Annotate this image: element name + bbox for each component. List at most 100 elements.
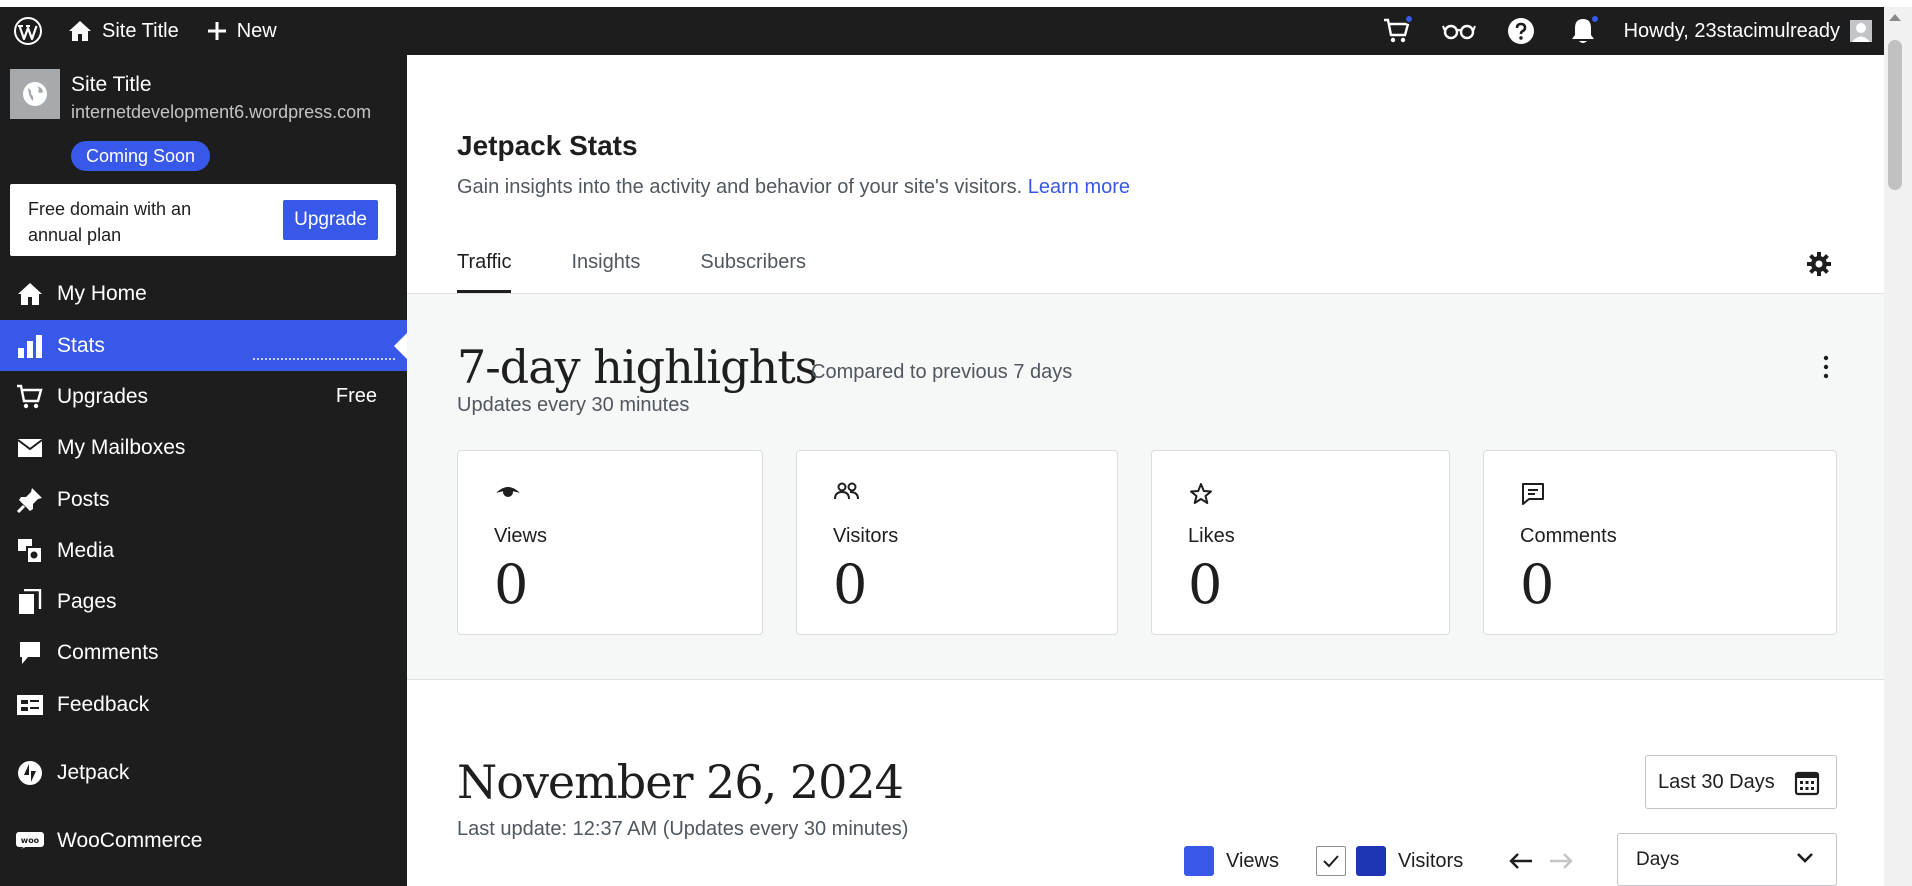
highlight-card-comments[interactable]: Comments 0 [1483,450,1837,635]
legend-views[interactable]: Views [1184,846,1279,876]
scroll-up-arrow[interactable] [1889,14,1901,21]
arrow-right-icon [1550,853,1573,869]
sidebar-item-label: Stats [57,333,105,357]
sidebar-item-jetpack[interactable]: Jetpack [0,747,407,798]
arrow-left-icon [1509,853,1532,869]
main-content: Jetpack Stats Gain insights into the act… [407,55,1884,886]
sidebar-item-comments[interactable]: Comments [0,627,407,678]
highlight-card-views[interactable]: Views 0 [457,450,763,635]
woo-icon: woo [15,831,44,849]
calendar-icon [1794,771,1820,796]
legend-views-label: Views [1226,849,1279,872]
card-value: 0 [833,553,868,616]
next-period-button[interactable] [1548,851,1574,876]
tab-insights[interactable]: Insights [571,251,640,293]
sidebar-item-upgrades[interactable]: Upgrades Free [0,371,407,422]
help-icon [1507,18,1534,44]
card-value: 0 [494,553,529,616]
page-subtitle: Gain insights into the activity and beha… [457,176,1130,199]
sidebar-item-pages[interactable]: Pages [0,576,407,627]
people-icon [833,481,861,506]
highlights-compare: Compared to previous 7 days [811,361,1073,383]
card-label: Likes [1188,525,1235,547]
sidebar-item-posts[interactable]: Posts [0,474,407,525]
visitors-checkbox[interactable] [1316,846,1346,876]
highlights-section: 7-day highlights Compared to previous 7 … [407,294,1884,680]
checkmark-icon [1323,855,1339,868]
previous-period-button[interactable] [1508,851,1534,876]
admin-bar-site-title: Site Title [102,19,179,42]
sidebar-item-woocommerce[interactable]: woo WooCommerce [0,815,407,866]
svg-text:woo: woo [20,836,39,845]
jetpack-icon [17,760,42,785]
highlights-updates: Updates every 30 minutes [457,394,690,416]
admin-bar-new-label: New [236,19,277,42]
upgrade-button[interactable]: Upgrade [283,200,378,240]
legend-visitors-label: Visitors [1398,849,1464,872]
cart-button[interactable] [1366,7,1428,55]
media-icon [17,538,43,564]
admin-bar: Site Title New Howdy, 23stacimulready [0,7,1884,55]
home-icon [69,21,91,41]
pin-icon [16,487,42,513]
comment-icon [1520,481,1546,512]
tab-traffic[interactable]: Traffic [457,251,512,293]
upgrades-free-badge: Free [335,385,377,407]
card-label: Views [494,525,547,547]
mail-icon [16,438,43,457]
sidebar-item-my-mailboxes[interactable]: My Mailboxes [0,422,407,473]
sidebar-item-my-home[interactable]: My Home [0,268,407,319]
traffic-last-update: Last update: 12:37 AM (Updates every 30 … [457,818,909,840]
period-select[interactable]: Days [1617,833,1837,886]
highlights-title: 7-day highlights [457,340,818,394]
eye-icon [494,481,522,506]
page-title: Jetpack Stats [457,130,638,161]
sidebar-item-label: My Home [57,281,147,305]
card-label: Comments [1520,525,1617,547]
wordpress-logo-icon[interactable] [0,7,56,55]
window-top-strip [0,0,1912,7]
pages-icon [18,588,41,614]
scrollbar-thumb[interactable] [1888,40,1902,190]
sidebar-item-label: My Mailboxes [57,435,186,459]
notifications-button[interactable] [1552,7,1614,55]
card-value: 0 [1520,553,1555,616]
domain-promo: Free domain with an annual plan Upgrade [10,184,396,256]
date-range-button[interactable]: Last 30 Days [1645,755,1837,809]
admin-bar-site-link[interactable]: Site Title [68,7,179,55]
comment-icon [19,641,40,664]
sidebar-item-media[interactable]: Media [0,525,407,576]
site-name: Site Title [71,73,152,96]
learn-more-link[interactable]: Learn more [1028,176,1130,198]
traffic-date-title: November 26, 2024 [457,755,904,809]
cart-dot [1403,14,1414,24]
admin-bar-new-button[interactable]: New [207,7,277,55]
home-icon [17,282,42,305]
notifications-dot [1589,14,1600,24]
account-menu[interactable]: Howdy, 23stacimulready [1624,20,1872,43]
tab-subscribers[interactable]: Subscribers [700,251,806,293]
site-url: internetdevelopment6.wordpress.com [71,102,372,122]
legend-visitors[interactable]: Visitors [1316,846,1463,876]
sidebar-item-feedback[interactable]: Feedback [0,679,407,730]
sidebar-item-stats[interactable]: Stats [0,320,407,371]
coming-soon-badge[interactable]: Coming Soon [71,141,211,171]
reader-button[interactable] [1428,7,1490,55]
page-subtitle-text: Gain insights into the activity and beha… [457,176,1023,198]
star-icon [1188,481,1214,512]
more-options-icon[interactable] [1822,354,1830,385]
gear-icon [1807,252,1831,276]
reader-icon [1441,24,1476,40]
highlight-card-visitors[interactable]: Visitors 0 [796,450,1118,635]
help-button[interactable] [1490,7,1552,55]
feedback-icon [16,694,43,715]
sidebar-item-label: Media [57,538,115,562]
stats-tabs: Traffic Insights Subscribers [457,251,866,293]
sidebar-item-label: WooCommerce [57,828,203,852]
plus-icon [207,22,226,40]
period-select-value: Days [1636,848,1680,870]
settings-button[interactable] [1806,251,1832,282]
highlight-card-likes[interactable]: Likes 0 [1151,450,1450,635]
stats-icon [17,334,42,358]
site-globe-icon [10,69,60,119]
